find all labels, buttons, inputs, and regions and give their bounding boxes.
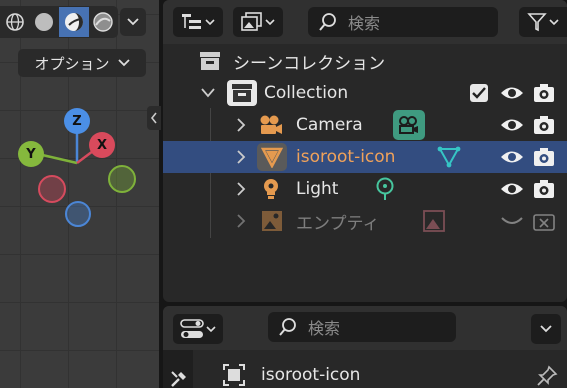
outliner-search-field[interactable]: 検索	[308, 7, 498, 37]
properties-search-placeholder: 検索	[308, 319, 341, 338]
image-stack-icon	[241, 12, 262, 31]
chevron-down-icon	[206, 325, 216, 332]
chevron-down-icon	[540, 325, 552, 333]
checkmark-icon	[472, 87, 486, 99]
outliner-row-label: Camera	[296, 115, 363, 135]
filter-view-dropdown[interactable]	[233, 7, 283, 37]
chevron-down-icon	[549, 18, 559, 25]
light-bulb-icon	[260, 177, 282, 201]
mesh-data-icon[interactable]	[436, 145, 462, 169]
properties-header: 検索	[163, 306, 567, 350]
object-properties-icon	[221, 362, 247, 388]
properties-options-dropdown[interactable]	[531, 314, 561, 344]
scene-collection-icon	[199, 51, 221, 71]
chevron-down-icon	[205, 18, 215, 25]
material-preview-shading-button[interactable]	[59, 7, 89, 37]
render-disabled-icon[interactable]	[532, 211, 556, 231]
rendered-sphere-icon	[93, 12, 113, 32]
chevron-right-icon[interactable]	[235, 150, 247, 164]
search-icon	[319, 13, 336, 31]
eye-icon[interactable]	[500, 115, 524, 135]
gizmo-neg-z-dot[interactable]	[65, 201, 91, 227]
chevron-right-icon[interactable]	[235, 214, 247, 228]
camera-render-icon[interactable]	[532, 83, 556, 103]
outliner-row-label: Collection	[264, 83, 349, 103]
image-empty-icon	[260, 210, 284, 232]
outliner-row-camera[interactable]: Camera	[163, 109, 567, 141]
chevron-right-icon[interactable]	[235, 182, 247, 196]
tool-settings-icon[interactable]	[168, 368, 190, 388]
eye-icon[interactable]	[500, 83, 524, 103]
gizmo-z-label: Z	[72, 113, 82, 129]
mesh-object-icon	[257, 143, 287, 171]
pin-icon[interactable]	[535, 364, 559, 388]
object-name-label: isoroot-icon	[261, 365, 361, 385]
outliner-tree-icon	[182, 14, 201, 29]
gizmo-x-label: X	[96, 137, 108, 153]
display-mode-dropdown[interactable]	[173, 7, 223, 37]
gizmo-neg-x-dot[interactable]	[38, 175, 66, 203]
camera-render-icon[interactable]	[532, 115, 556, 135]
outliner-header: 検索	[163, 0, 567, 44]
outliner-row-empty[interactable]: エンプティ	[163, 205, 567, 237]
navigation-gizmo[interactable]: Z Y X	[15, 105, 140, 230]
outliner-row-label: エンプティ	[296, 213, 380, 234]
rendered-shading-button[interactable]	[89, 7, 119, 37]
outliner-row-collection[interactable]: Collection	[163, 77, 567, 109]
wireframe-icon	[5, 13, 24, 31]
include-checkbox[interactable]	[470, 84, 488, 102]
gizmo-neg-y-dot[interactable]	[108, 165, 136, 193]
light-data-icon[interactable]	[374, 177, 396, 201]
solid-sphere-icon	[35, 13, 54, 31]
solid-shading-button[interactable]	[30, 7, 60, 37]
properties-panel: 検索 isoroot-icon	[163, 306, 567, 388]
gizmo-x-axis[interactable]: X	[89, 132, 115, 158]
chevron-down-icon	[265, 18, 275, 25]
camera-data-icon[interactable]	[393, 110, 425, 140]
shading-options-dropdown[interactable]	[120, 8, 146, 36]
editor-type-dropdown[interactable]	[173, 314, 223, 344]
eye-icon[interactable]	[500, 179, 524, 199]
chevron-right-icon[interactable]	[235, 118, 247, 132]
properties-search-field[interactable]: 検索	[268, 312, 456, 342]
filter-dropdown[interactable]	[519, 7, 567, 37]
outliner-row-label: isoroot-icon	[296, 147, 396, 167]
gizmo-y-label: Y	[26, 146, 36, 162]
outliner-row-label: シーンコレクション	[233, 53, 386, 74]
gizmo-z-axis[interactable]: Z	[64, 108, 90, 134]
eye-closed-icon[interactable]	[500, 211, 524, 231]
image-data-icon[interactable]	[422, 210, 446, 232]
gizmo-y-axis[interactable]: Y	[18, 141, 44, 167]
outliner-row-light[interactable]: Light	[163, 173, 567, 205]
sidebar-toggle-tab[interactable]	[147, 106, 161, 130]
properties-tab-bar	[163, 350, 193, 388]
outliner-row-label: Light	[296, 179, 339, 199]
options-dropdown[interactable]: オプション	[18, 49, 146, 77]
outliner-panel: 検索 シーンコレクション Collection Camera isoroot-i…	[163, 0, 567, 302]
camera-render-icon[interactable]	[532, 147, 556, 167]
3d-viewport[interactable]: オプション Z Y X	[0, 0, 159, 388]
funnel-icon	[527, 13, 547, 32]
material-sphere-icon	[64, 13, 83, 31]
chevron-down-icon[interactable]	[201, 87, 215, 99]
chevron-down-icon	[117, 59, 130, 67]
outliner-row-isoroot[interactable]: isoroot-icon	[163, 141, 567, 173]
camera-object-icon	[259, 114, 283, 136]
camera-render-icon[interactable]	[532, 179, 556, 199]
shading-mode-group	[0, 6, 118, 38]
collection-box-icon	[227, 80, 257, 106]
wireframe-shading-button[interactable]	[0, 7, 30, 37]
outliner-row-scene-collection[interactable]: シーンコレクション	[163, 45, 567, 77]
properties-editor-icon	[180, 319, 204, 338]
eye-icon[interactable]	[500, 147, 524, 167]
outliner-search-placeholder: 検索	[348, 14, 381, 33]
options-label: オプション	[34, 54, 110, 73]
chevron-down-icon	[127, 18, 139, 26]
search-icon	[279, 318, 296, 336]
chevron-left-icon	[150, 112, 157, 124]
